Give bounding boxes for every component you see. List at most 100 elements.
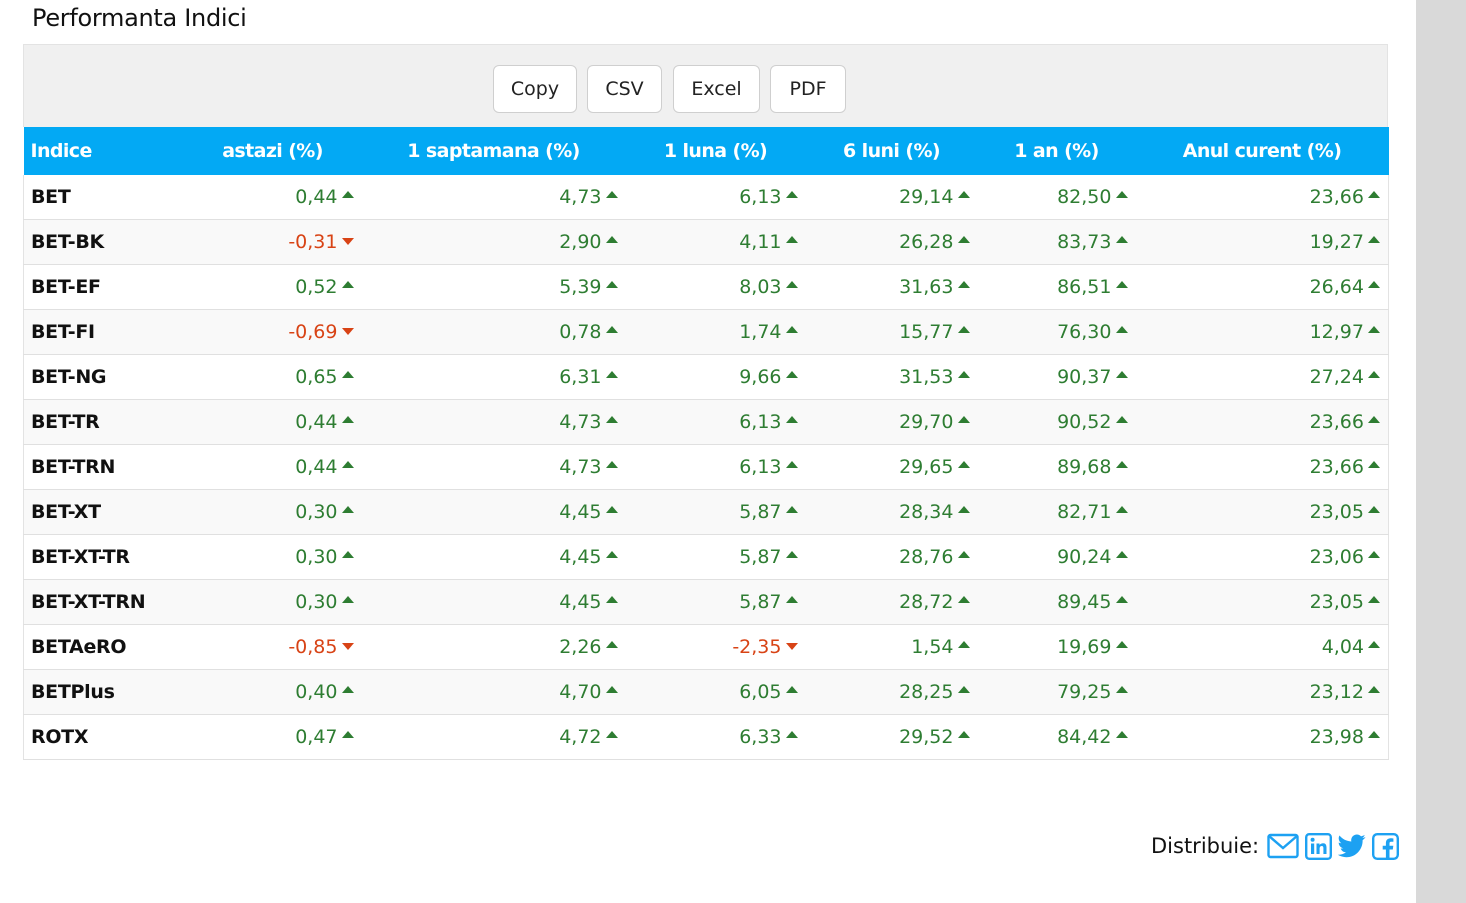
value-text: 23,98 [1309, 726, 1364, 748]
table-row: BET-NG 0,65 6,31 9,66 31,53 90,37 27,24 [23, 354, 1389, 400]
triangle-up-icon [1115, 596, 1128, 603]
value-cell-6-months: 29,70 [805, 399, 978, 445]
value-cell-ytd: 23,06 [1135, 534, 1389, 580]
triangle-up-icon [605, 506, 618, 513]
index-name-cell: BET-TRN [23, 444, 184, 490]
value-text: 83,73 [1057, 231, 1112, 253]
email-icon[interactable] [1267, 833, 1299, 859]
column-header-indice[interactable]: Indice [23, 127, 184, 175]
value-text: 6,31 [559, 366, 602, 388]
triangle-up-icon [605, 641, 618, 648]
value-text: 29,14 [899, 186, 954, 208]
triangle-up-icon [1115, 686, 1128, 693]
value-cell-1-month: -2,35 [625, 624, 806, 670]
value-cell-1-week: 4,70 [361, 669, 626, 715]
twitter-icon[interactable] [1338, 834, 1366, 858]
column-header-ytd[interactable]: Anul curent (%) [1135, 127, 1389, 175]
value-text: 23,66 [1309, 411, 1364, 433]
value-text: 28,25 [899, 681, 954, 703]
pdf-button[interactable]: PDF [770, 65, 846, 113]
index-name-cell: BET-TR [23, 399, 184, 445]
triangle-up-icon [341, 371, 354, 378]
index-name-cell: ROTX [23, 714, 184, 760]
table-row: BET 0,44 4,73 6,13 29,14 82,50 23,66 [23, 175, 1389, 220]
column-header-1-month[interactable]: 1 luna (%) [625, 127, 806, 175]
triangle-up-icon [341, 551, 354, 558]
value-cell-1-year: 90,52 [977, 399, 1136, 445]
value-cell-1-year: 79,25 [977, 669, 1136, 715]
value-text: 0,44 [295, 186, 338, 208]
column-header-1-year[interactable]: 1 an (%) [977, 127, 1136, 175]
triangle-up-icon [957, 686, 970, 693]
value-cell-1-week: 4,73 [361, 175, 626, 220]
triangle-up-icon [1115, 326, 1128, 333]
value-cell-1-week: 5,39 [361, 264, 626, 310]
value-cell-1-year: 76,30 [977, 309, 1136, 355]
value-cell-1-week: 4,73 [361, 444, 626, 490]
value-cell-ytd: 23,66 [1135, 444, 1389, 490]
value-text: 0,52 [295, 276, 338, 298]
value-cell-today: 0,44 [183, 399, 362, 445]
column-header-today[interactable]: astazi (%) [183, 127, 362, 175]
value-cell-6-months: 28,34 [805, 489, 978, 535]
triangle-up-icon [785, 686, 798, 693]
value-text: 0,44 [295, 456, 338, 478]
index-name-cell: BET-EF [23, 264, 184, 310]
value-text: 19,69 [1057, 636, 1112, 658]
value-text: 4,73 [559, 456, 602, 478]
csv-button[interactable]: CSV [587, 65, 662, 113]
triangle-up-icon [1115, 731, 1128, 738]
value-cell-today: 0,30 [183, 489, 362, 535]
triangle-up-icon [605, 686, 618, 693]
index-name-cell: BET-XT [23, 489, 184, 535]
value-cell-1-week: 6,31 [361, 354, 626, 400]
triangle-up-icon [785, 191, 798, 198]
value-text: 4,45 [559, 546, 602, 568]
column-header-6-months[interactable]: 6 luni (%) [805, 127, 978, 175]
triangle-up-icon [1115, 551, 1128, 558]
value-text: 28,72 [899, 591, 954, 613]
facebook-icon[interactable] [1372, 832, 1400, 860]
triangle-up-icon [1115, 281, 1128, 288]
value-text: 90,24 [1057, 546, 1112, 568]
value-cell-1-month: 1,74 [625, 309, 806, 355]
value-cell-today: 0,30 [183, 579, 362, 625]
value-cell-ytd: 19,27 [1135, 219, 1389, 265]
triangle-up-icon [785, 326, 798, 333]
triangle-up-icon [785, 596, 798, 603]
value-cell-1-week: 4,72 [361, 714, 626, 760]
triangle-up-icon [605, 551, 618, 558]
value-text: 0,47 [295, 726, 338, 748]
value-text: 29,65 [899, 456, 954, 478]
value-cell-6-months: 1,54 [805, 624, 978, 670]
value-text: 4,72 [559, 726, 602, 748]
value-cell-today: 0,65 [183, 354, 362, 400]
value-cell-1-month: 6,13 [625, 399, 806, 445]
value-cell-1-month: 6,05 [625, 669, 806, 715]
triangle-up-icon [341, 686, 354, 693]
triangle-up-icon [785, 731, 798, 738]
copy-button[interactable]: Copy [493, 65, 577, 113]
value-cell-ytd: 23,98 [1135, 714, 1389, 760]
triangle-up-icon [1368, 236, 1380, 243]
triangle-up-icon [1115, 641, 1128, 648]
index-name-cell: BETAeRO [23, 624, 184, 670]
index-name-cell: BET-NG [23, 354, 184, 400]
triangle-up-icon [1115, 506, 1128, 513]
value-text: 6,05 [739, 681, 782, 703]
value-text: 79,25 [1057, 681, 1112, 703]
triangle-up-icon [1368, 416, 1380, 423]
excel-button[interactable]: Excel [673, 65, 760, 113]
value-cell-6-months: 28,25 [805, 669, 978, 715]
column-header-1-week[interactable]: 1 saptamana (%) [361, 127, 626, 175]
value-cell-1-week: 2,90 [361, 219, 626, 265]
triangle-up-icon [957, 371, 970, 378]
value-text: 31,63 [899, 276, 954, 298]
value-text: 90,52 [1057, 411, 1112, 433]
value-text: 4,11 [739, 231, 782, 253]
value-cell-today: 0,44 [183, 175, 362, 220]
triangle-up-icon [605, 326, 618, 333]
value-cell-1-month: 5,87 [625, 534, 806, 580]
export-toolbar: Copy CSV Excel PDF [23, 44, 1388, 127]
linkedin-icon[interactable] [1305, 832, 1333, 860]
